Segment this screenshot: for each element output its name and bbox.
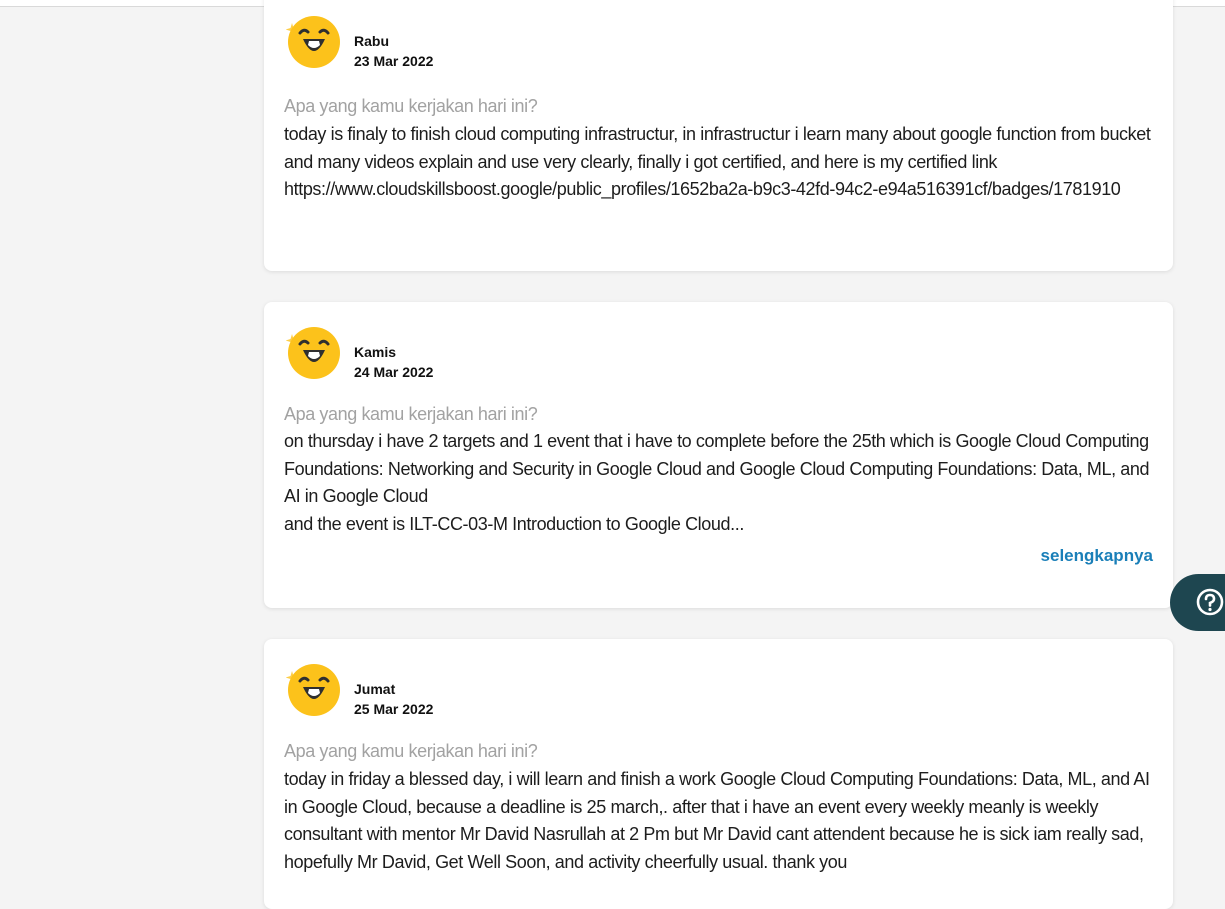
entry-question: Apa yang kamu kerjakan hari ini? (284, 741, 538, 761)
entry-date: 24 Mar 2022 (354, 364, 434, 380)
question-icon (1196, 588, 1224, 616)
answer-paragraph: today in friday a blessed day, i will le… (284, 769, 1150, 872)
answer-paragraph: and the event is ILT-CC-03-M Introductio… (284, 513, 744, 534)
journal-card: Jumat 25 Mar 2022 Apa yang kamu kerjakan… (264, 639, 1173, 909)
entry-answer: today in friday a blessed day, i will le… (284, 766, 1164, 876)
entry-answer: on thursday i have 2 targets and 1 event… (284, 428, 1164, 538)
answer-paragraph: today is finaly to finish cloud computin… (284, 124, 1151, 199)
journal-card: Rabu 23 Mar 2022 Apa yang kamu kerjakan … (264, 0, 1173, 271)
read-more-link[interactable]: selengkapnya (1041, 546, 1153, 566)
entry-day: Rabu (354, 33, 389, 49)
laughing-face-icon (286, 16, 340, 68)
entry-day: Jumat (354, 681, 396, 697)
laughing-face-icon (286, 664, 340, 716)
entry-day: Kamis (354, 344, 397, 360)
journal-card: Kamis 24 Mar 2022 Apa yang kamu kerjakan… (264, 302, 1173, 608)
laughing-face-icon (286, 327, 340, 379)
help-button[interactable] (1170, 574, 1225, 631)
entry-question: Apa yang kamu kerjakan hari ini? (284, 404, 538, 424)
entry-question: Apa yang kamu kerjakan hari ini? (284, 96, 538, 116)
entry-answer: today is finaly to finish cloud computin… (284, 121, 1164, 204)
entry-date: 25 Mar 2022 (354, 701, 434, 717)
answer-paragraph: on thursday i have 2 targets and 1 event… (284, 431, 1150, 506)
entry-date: 23 Mar 2022 (354, 53, 434, 69)
